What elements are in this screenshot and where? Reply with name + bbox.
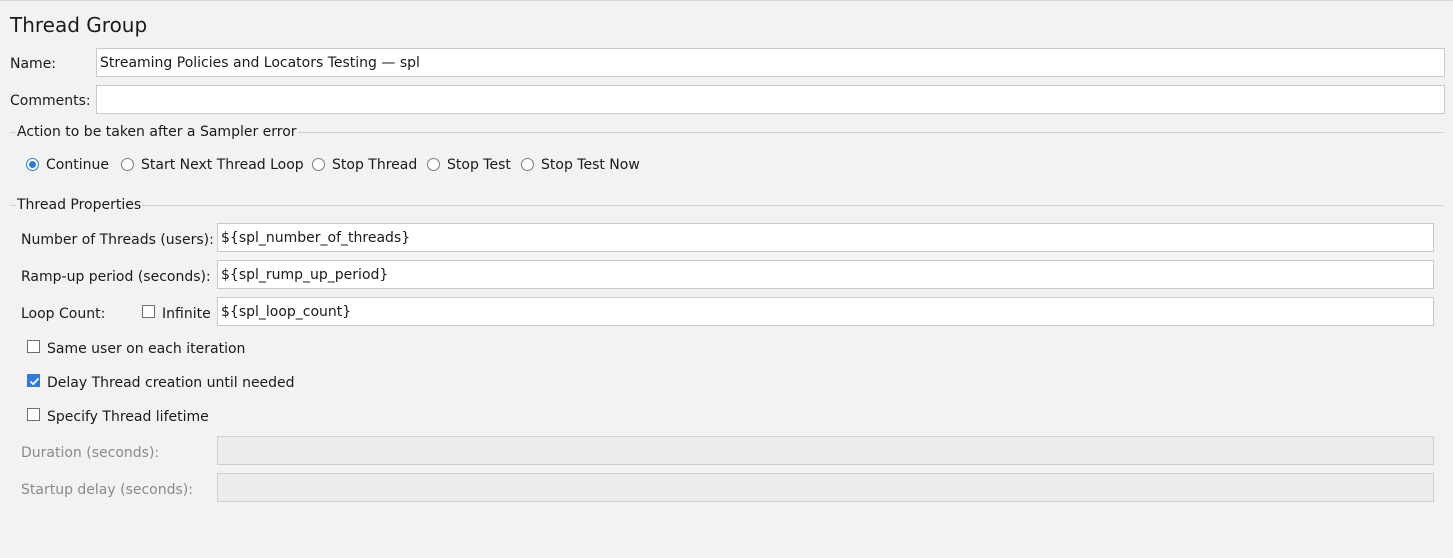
duration-label: Duration (seconds): xyxy=(21,445,160,461)
loop-count-field[interactable]: ${spl_loop_count} xyxy=(217,297,1434,326)
checkmark-icon xyxy=(29,377,40,386)
ramp-up-field[interactable]: ${spl_rump_up_period} xyxy=(217,260,1434,289)
radio-continue-label[interactable]: Continue xyxy=(46,156,109,174)
radio-stop-test[interactable] xyxy=(427,158,440,171)
num-threads-label: Number of Threads (users): xyxy=(21,232,214,248)
radio-stop-thread[interactable] xyxy=(312,158,325,171)
same-user-checkbox[interactable] xyxy=(27,340,40,353)
startup-delay-field[interactable] xyxy=(217,473,1434,502)
loop-count-label: Loop Count: xyxy=(21,306,106,322)
thread-properties-section-title: Thread Properties xyxy=(16,197,143,213)
radio-stop-thread-label[interactable]: Stop Thread xyxy=(332,156,417,174)
duration-field[interactable] xyxy=(217,436,1434,465)
comments-label: Comments: xyxy=(10,93,91,109)
startup-delay-label: Startup delay (seconds): xyxy=(21,482,193,498)
delay-thread-label[interactable]: Delay Thread creation until needed xyxy=(47,374,295,392)
radio-stop-test-now-label[interactable]: Stop Test Now xyxy=(541,156,640,174)
comments-field[interactable] xyxy=(96,85,1445,114)
delay-thread-checkbox[interactable] xyxy=(27,374,40,387)
radio-start-next-thread-loop[interactable] xyxy=(121,158,134,171)
radio-stop-test-now[interactable] xyxy=(521,158,534,171)
radio-start-next-thread-loop-label[interactable]: Start Next Thread Loop xyxy=(141,156,304,174)
infinite-label[interactable]: Infinite xyxy=(162,305,211,323)
name-label: Name: xyxy=(10,56,57,72)
specify-lifetime-checkbox[interactable] xyxy=(27,408,40,421)
sampler-error-section-title: Action to be taken after a Sampler error xyxy=(16,124,298,140)
num-threads-field[interactable]: ${spl_number_of_threads} xyxy=(217,223,1434,252)
radio-stop-test-label[interactable]: Stop Test xyxy=(447,156,511,174)
thread-properties-separator xyxy=(10,205,1443,206)
ramp-up-label: Ramp-up period (seconds): xyxy=(21,269,211,285)
specify-lifetime-label[interactable]: Specify Thread lifetime xyxy=(47,408,209,426)
infinite-checkbox[interactable] xyxy=(142,305,155,318)
same-user-label[interactable]: Same user on each iteration xyxy=(47,340,245,358)
radio-continue[interactable] xyxy=(26,158,39,171)
page-title: Thread Group xyxy=(10,13,148,37)
name-field[interactable]: Streaming Policies and Locators Testing … xyxy=(96,48,1445,77)
top-border xyxy=(0,0,1453,1)
